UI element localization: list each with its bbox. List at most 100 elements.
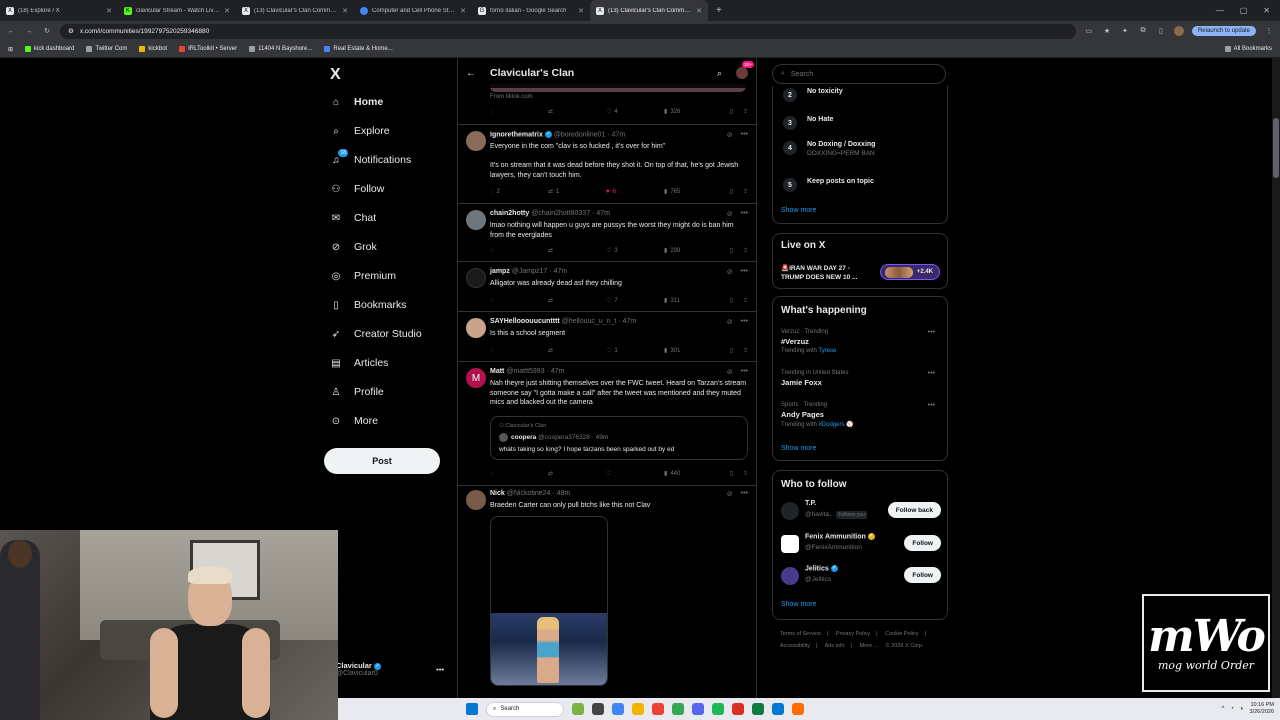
share-icon[interactable]: ⇪ bbox=[743, 108, 748, 115]
browser-tab-active[interactable]: X (13) Clavicular's Clan Communi ✕ bbox=[590, 0, 708, 21]
grok-icon[interactable]: ⊘ bbox=[727, 131, 733, 139]
views-button[interactable]: ▮ 765 bbox=[664, 188, 722, 196]
author-name[interactable]: Nick bbox=[490, 490, 505, 497]
grok-icon[interactable]: ⊘ bbox=[727, 318, 733, 326]
bookmark-icon[interactable]: ▯ bbox=[730, 108, 733, 115]
search-input[interactable]: ⌕ Search bbox=[772, 64, 946, 84]
show-more-link[interactable]: Show more bbox=[781, 445, 816, 452]
taskbar-app-icon[interactable] bbox=[772, 703, 784, 715]
back-arrow-icon[interactable]: ← bbox=[466, 68, 476, 79]
author-name[interactable]: Matt bbox=[490, 368, 504, 375]
reply-button[interactable]: ◌ bbox=[490, 109, 548, 115]
forward-arrow-icon[interactable]: → bbox=[24, 28, 34, 35]
taskbar-app-icon[interactable] bbox=[652, 703, 664, 715]
more-dots-icon[interactable]: ••• bbox=[436, 665, 444, 674]
tweet[interactable]: SAYHellooouucuntttt @hellouuc_u_n_t · 47… bbox=[458, 312, 756, 362]
suggested-account[interactable]: T.P. @havita... Follows you Follow back bbox=[781, 500, 941, 522]
suggested-account[interactable]: Fenix Ammunition ✓ @FenixAmmunition Foll… bbox=[781, 533, 941, 555]
tweet[interactable]: Ignorethematrix ✓ @boredonline01 · 47m ⊘… bbox=[458, 125, 756, 204]
grok-icon[interactable]: ⊘ bbox=[727, 268, 733, 276]
share-icon[interactable]: ⇪ bbox=[743, 347, 748, 354]
bookmark-icon[interactable]: ▯ bbox=[730, 470, 733, 477]
more-dots-icon[interactable]: ••• bbox=[928, 329, 935, 336]
more-dots-icon[interactable]: ••• bbox=[741, 490, 748, 498]
bookmark-item[interactable]: 11404 N Bayshore... bbox=[249, 46, 312, 52]
tweet[interactable]: M Matt @mattt5993 · 47m ⊘ ••• Nah theyre … bbox=[458, 362, 756, 486]
views-button[interactable]: ▮ 326 bbox=[664, 108, 722, 116]
quoted-tweet[interactable]: ⚇ Clavicular's Clan coopera @coopera3763… bbox=[490, 416, 748, 460]
grok-icon[interactable]: ⊘ bbox=[727, 368, 733, 376]
relaunch-button[interactable]: Relaunch to update bbox=[1191, 26, 1256, 36]
taskbar-app-icon[interactable] bbox=[672, 703, 684, 715]
views-button[interactable]: ▮ 311 bbox=[664, 297, 722, 305]
avatar[interactable] bbox=[466, 131, 486, 151]
avatar[interactable] bbox=[466, 268, 486, 288]
share-icon[interactable]: ⇪ bbox=[743, 470, 748, 477]
close-tab-icon[interactable]: ✕ bbox=[342, 7, 348, 15]
post-button[interactable]: Post bbox=[324, 448, 440, 474]
kebab-menu-icon[interactable]: ⋮ bbox=[1264, 27, 1274, 35]
taskbar-search[interactable]: ⌕ Search bbox=[486, 701, 564, 717]
more-dots-icon[interactable]: ••• bbox=[928, 370, 935, 377]
repost-button[interactable]: ⇄ bbox=[548, 470, 606, 477]
site-info-icon[interactable]: ⚙ bbox=[68, 27, 74, 35]
nav-articles[interactable]: ▤ Articles bbox=[330, 357, 388, 369]
nav-notifications[interactable]: ♫ 18 Notifications bbox=[330, 149, 411, 166]
cast-icon[interactable]: ▭ bbox=[1084, 27, 1094, 35]
tray-chevron-icon[interactable]: ^ bbox=[1221, 706, 1224, 712]
bookmark-icon[interactable]: ▯ bbox=[730, 247, 733, 254]
spotify-icon[interactable] bbox=[712, 703, 724, 715]
like-button[interactable]: ♡ 7 bbox=[606, 297, 664, 305]
avatar[interactable]: M bbox=[466, 368, 486, 388]
avatar[interactable] bbox=[466, 318, 486, 338]
minimize-icon[interactable]: — bbox=[1216, 6, 1224, 15]
author-name[interactable]: jampz bbox=[490, 268, 510, 275]
follow-button[interactable]: Follow bbox=[904, 567, 941, 583]
star-icon[interactable]: ★ bbox=[1102, 27, 1112, 35]
browser-tab[interactable]: Gforno italian - Google Search ✕ bbox=[472, 0, 590, 21]
like-button[interactable]: ♡ bbox=[606, 470, 664, 477]
reply-button[interactable]: ◌ bbox=[490, 348, 548, 354]
bookmark-item[interactable]: IRLToolkit • Server bbox=[179, 46, 237, 52]
bookmark-item[interactable]: Twitter Com bbox=[86, 46, 127, 52]
nav-creator-studio[interactable]: ➶ Creator Studio bbox=[330, 328, 422, 340]
windows-start-icon[interactable] bbox=[466, 703, 478, 715]
maximize-icon[interactable]: ▢ bbox=[1240, 6, 1248, 15]
page-scrollbar[interactable] bbox=[1272, 58, 1280, 698]
bookmark-icon[interactable]: ▯ bbox=[730, 347, 733, 354]
author-name[interactable]: chain2hotty bbox=[490, 210, 529, 217]
sidepanel-icon[interactable]: ▯ bbox=[1156, 27, 1166, 35]
chrome-icon[interactable] bbox=[612, 703, 624, 715]
avatar[interactable] bbox=[781, 535, 799, 553]
account-switcher[interactable]: Clavicular ✓ @Clavicular0 ••• bbox=[336, 661, 456, 677]
avatar[interactable]: 20+ bbox=[736, 61, 754, 79]
nav-bookmarks[interactable]: ▯ Bookmarks bbox=[330, 299, 406, 311]
grok-icon[interactable]: ⊘ bbox=[727, 490, 733, 498]
show-more-link[interactable]: Show more bbox=[781, 207, 816, 214]
live-broadcast-title[interactable]: 🚨IRAN WAR DAY 27 - TRUMP DOES NEW 10 ... bbox=[781, 264, 873, 282]
more-dots-icon[interactable]: ••• bbox=[741, 131, 748, 139]
all-bookmarks-button[interactable]: All Bookmarks bbox=[1224, 46, 1272, 52]
nav-home[interactable]: ⌂ Home bbox=[330, 96, 383, 108]
repost-button[interactable]: ⇄ bbox=[548, 347, 606, 354]
search-icon[interactable]: ⌕ bbox=[717, 68, 722, 79]
bookmark-item[interactable]: Real Estate & Home... bbox=[324, 46, 393, 52]
show-more-link[interactable]: Show more bbox=[781, 601, 816, 608]
suggested-account[interactable]: Jelitics ✓ @Jelitics Follow bbox=[781, 565, 941, 587]
follow-back-button[interactable]: Follow back bbox=[887, 502, 941, 518]
more-dots-icon[interactable]: ••• bbox=[741, 268, 748, 276]
nav-profile[interactable]: ♙ Profile bbox=[330, 386, 384, 398]
like-button[interactable]: ♡ 3 bbox=[606, 247, 664, 255]
reply-button[interactable]: ◌ bbox=[490, 298, 548, 304]
trend-item[interactable]: Sports · Trending Andy Pages Trending wi… bbox=[781, 402, 941, 428]
taskbar-clock[interactable]: 10:16 PM 3/26/2026 bbox=[1250, 702, 1274, 716]
repost-button[interactable]: ⇄ bbox=[548, 108, 606, 115]
views-button[interactable]: ▮ 440 bbox=[664, 470, 722, 478]
new-tab-button[interactable]: + bbox=[708, 5, 730, 16]
close-tab-icon[interactable]: ✕ bbox=[578, 7, 584, 15]
taskbar-app-icon[interactable] bbox=[592, 703, 604, 715]
browser-tab[interactable]: X (13) Clavicular's Clan Communi ✕ bbox=[236, 0, 354, 21]
avatar[interactable] bbox=[466, 210, 486, 230]
scrollbar-thumb[interactable] bbox=[1273, 118, 1279, 178]
apps-grid-icon[interactable]: ⊞ bbox=[8, 46, 13, 53]
